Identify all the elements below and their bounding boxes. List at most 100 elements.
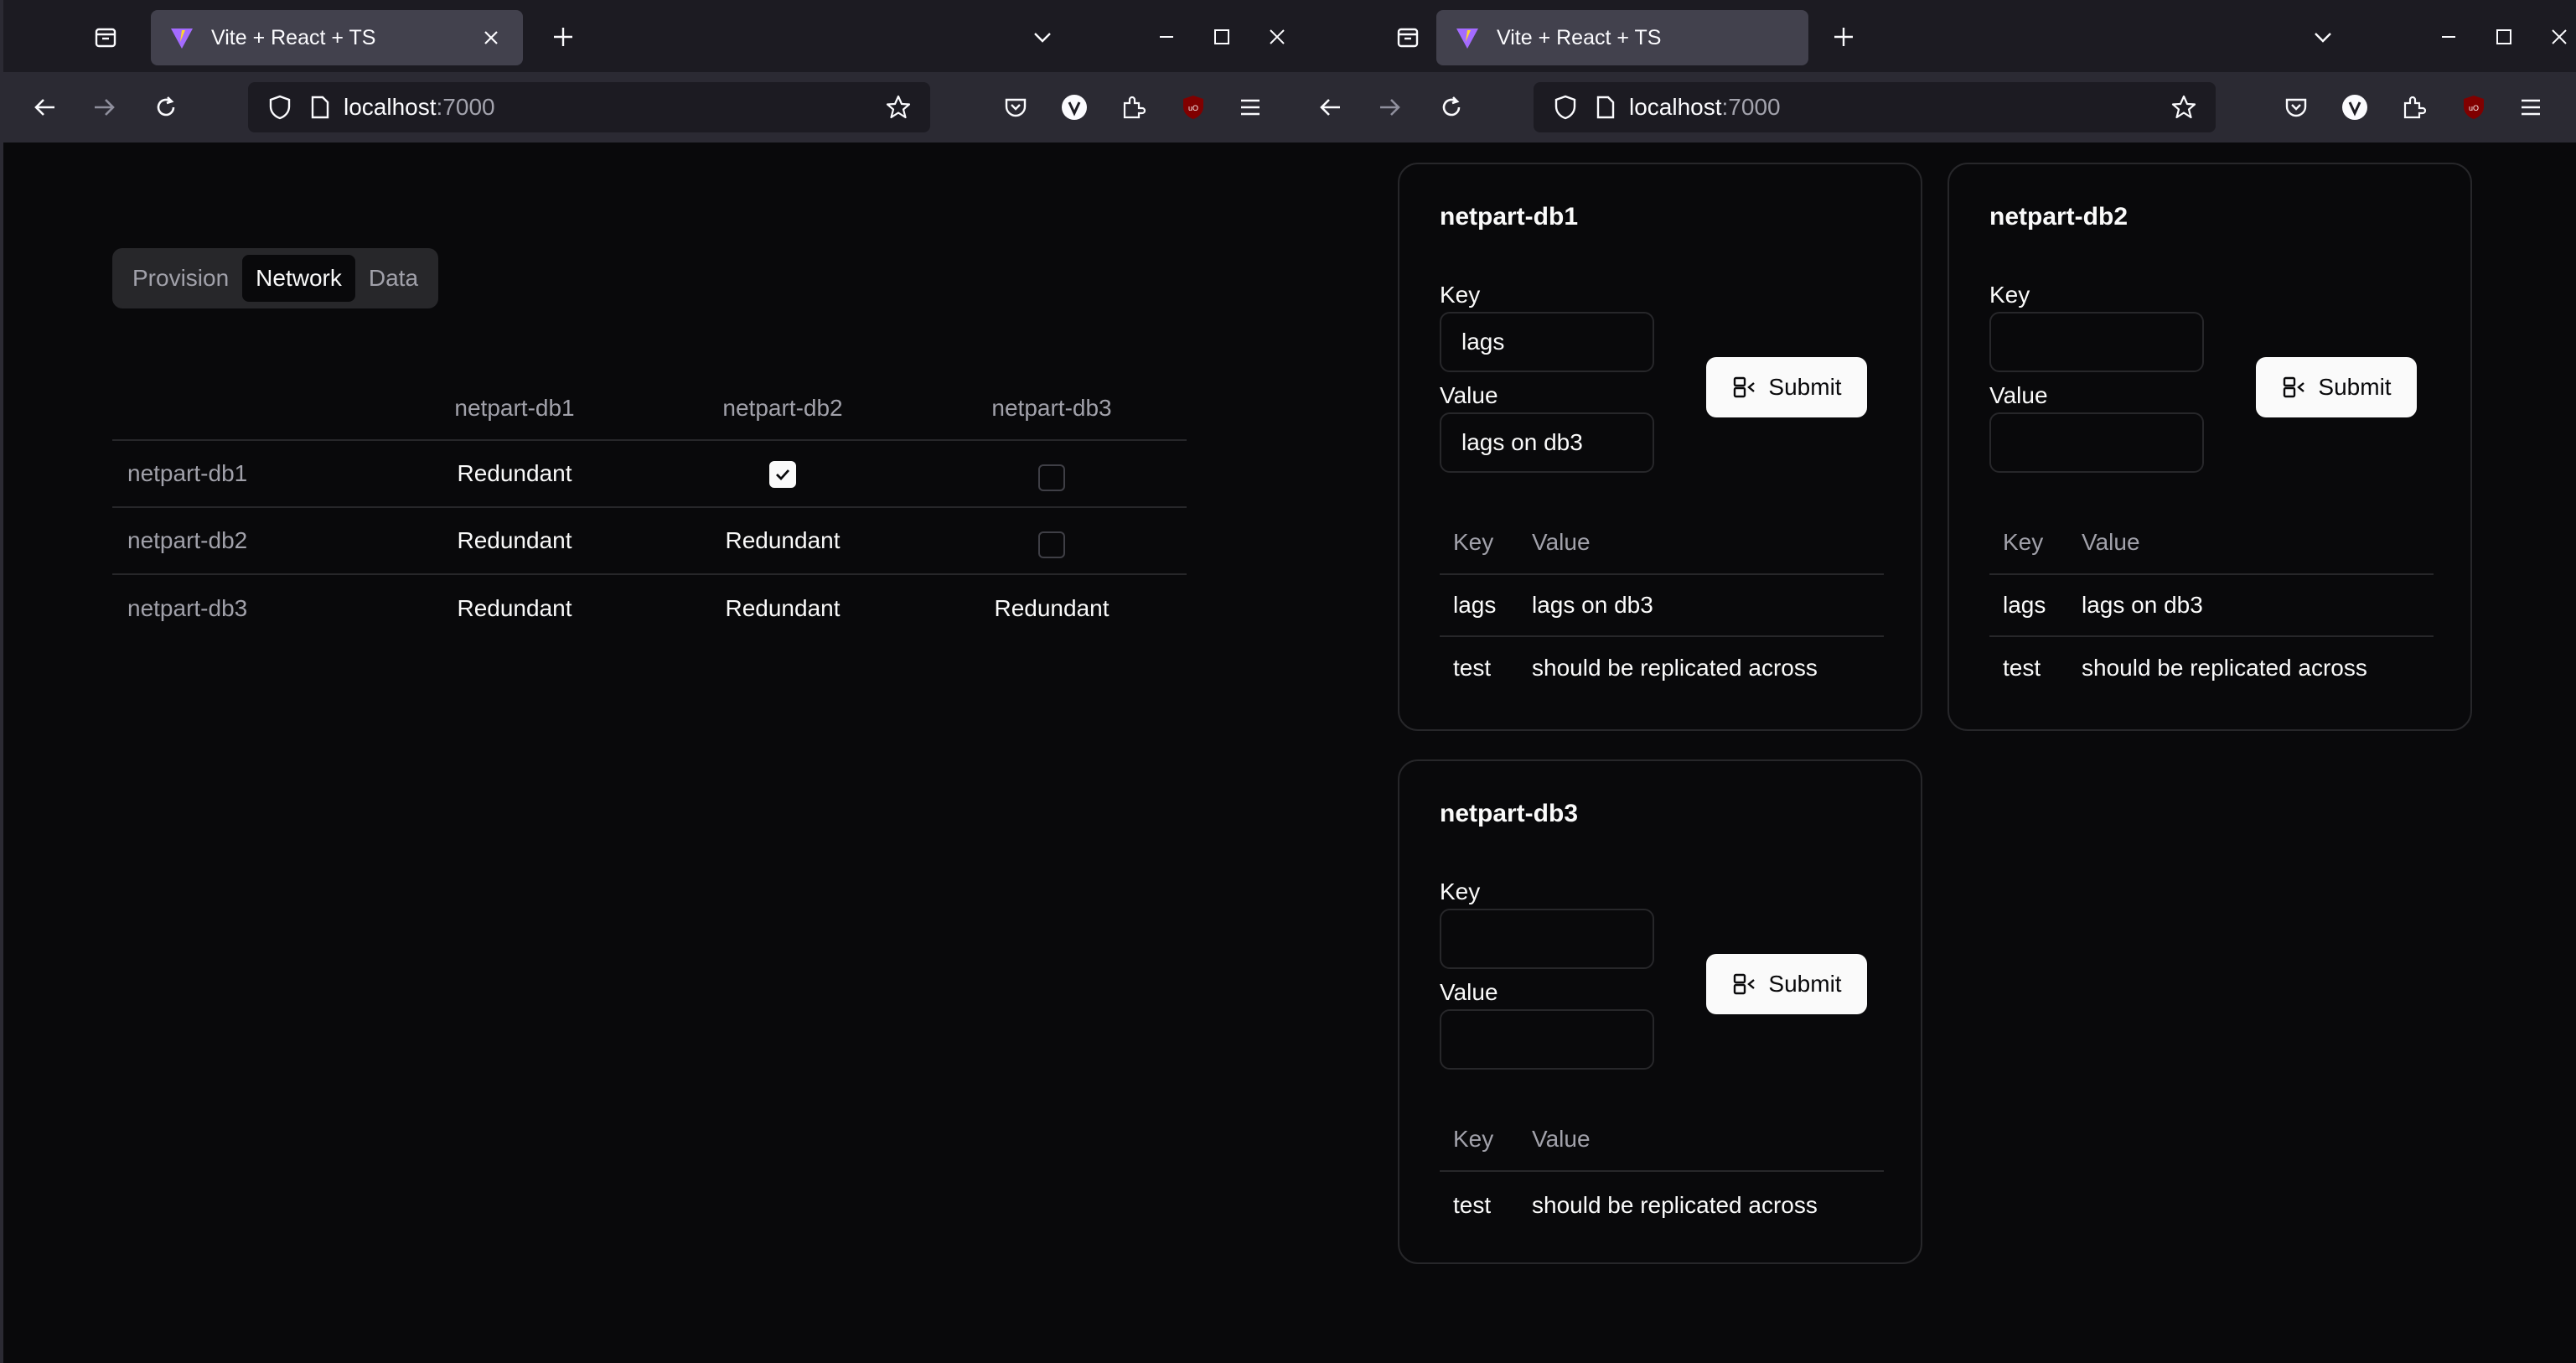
status-cell: Redundant: [457, 527, 572, 553]
extensions-button[interactable]: [1115, 89, 1151, 126]
browser-tab[interactable]: Vite + React + TS: [151, 10, 523, 65]
table-row: lags lags on db3: [1989, 575, 2434, 637]
arrow-right-icon: [1380, 99, 1400, 116]
partition-checkbox[interactable]: [1038, 464, 1065, 491]
menu-button[interactable]: [2512, 89, 2549, 126]
shield-icon[interactable]: [263, 91, 297, 124]
table-header-row: netpart-db1 netpart-db2 netpart-db3: [112, 377, 1187, 441]
url-bar[interactable]: localhost:7000: [248, 82, 930, 132]
page-content: netpart-db1 Key Value Submit Key Value l…: [1289, 143, 2576, 1363]
list-all-tabs-button[interactable]: [2304, 18, 2341, 55]
puzzle-icon: [1123, 96, 1146, 119]
key-input[interactable]: [1989, 312, 2204, 372]
check-icon: [776, 469, 790, 480]
chevron-down-icon: [2315, 33, 2331, 43]
url-text[interactable]: localhost:7000: [1629, 94, 2167, 121]
navigation-bar: localhost:7000 uO: [1289, 72, 2576, 143]
tab-provision[interactable]: Provision: [119, 255, 242, 302]
status-cell: Redundant: [457, 595, 572, 621]
table-header-row: Key Value: [1989, 511, 2434, 575]
new-tab-button[interactable]: [1825, 18, 1862, 55]
maximize-icon: [1214, 29, 1229, 44]
tab-strip: Vite + React + TS: [3, 0, 1289, 72]
status-cell: Redundant: [994, 595, 1110, 621]
value-input[interactable]: [1440, 412, 1654, 473]
partition-checkbox[interactable]: [1038, 531, 1065, 558]
key-label: Key: [1440, 878, 1481, 904]
ublock-button[interactable]: uO: [2455, 89, 2492, 126]
submit-button[interactable]: Submit: [1706, 357, 1867, 417]
ublock-icon: uO: [2464, 96, 2484, 119]
bookmark-star-icon[interactable]: [882, 91, 915, 124]
partition-checkbox-checked[interactable]: [769, 460, 796, 488]
forward-button[interactable]: [85, 89, 122, 126]
extensions-button[interactable]: [2395, 89, 2432, 126]
url-text[interactable]: localhost:7000: [344, 94, 882, 121]
tab-data[interactable]: Data: [355, 255, 432, 302]
pocket-button[interactable]: [997, 89, 1034, 126]
hamburger-menu-icon: [1241, 99, 1260, 116]
shield-icon[interactable]: [1549, 91, 1582, 124]
pocket-icon: [1005, 98, 1027, 117]
network-matrix-table: netpart-db1 netpart-db2 netpart-db3 netp…: [112, 377, 1187, 642]
chevron-down-icon: [1034, 33, 1051, 43]
table-row: netpart-db2 Redundant Redundant: [112, 508, 1187, 575]
tab-network[interactable]: Network: [242, 255, 355, 302]
kv-table: Key Value lags lags on db3 test should b…: [1989, 511, 2434, 699]
kv-table: Key Value lags lags on db3 test should b…: [1440, 511, 1884, 699]
row-header: netpart-db3: [127, 595, 248, 621]
extension-v-button[interactable]: [1056, 89, 1093, 126]
close-icon: [1270, 29, 1285, 44]
submit-button[interactable]: Submit: [2256, 357, 2417, 417]
submit-button[interactable]: Submit: [1706, 954, 1867, 1014]
key-label: Key: [1989, 282, 2030, 308]
ublock-button[interactable]: uO: [1175, 89, 1212, 126]
value-input[interactable]: [1440, 1009, 1654, 1070]
value-input[interactable]: [1989, 412, 2204, 473]
reload-icon: [157, 96, 175, 117]
db-card-netpart-db1: netpart-db1 Key Value Submit Key Value l…: [1398, 163, 1922, 731]
extension-v-button[interactable]: [2336, 89, 2373, 126]
reload-button[interactable]: [1433, 89, 1470, 126]
back-button[interactable]: [27, 89, 64, 126]
list-all-tabs-button[interactable]: [1024, 18, 1061, 55]
column-header: netpart-db2: [722, 395, 843, 421]
window-close-button[interactable]: [1259, 18, 1289, 55]
segment-tabs: Provision Network Data: [112, 248, 439, 308]
window-close-button[interactable]: [2541, 18, 2576, 55]
arrow-left-icon: [1320, 99, 1340, 116]
status-cell: Redundant: [725, 527, 841, 553]
back-button[interactable]: [1312, 89, 1349, 126]
forward-button[interactable]: [1371, 89, 1408, 126]
svg-text:uO: uO: [1188, 104, 1198, 112]
maximize-button[interactable]: [2485, 18, 2522, 55]
v-extension-icon: [1062, 95, 1087, 120]
browser-tab[interactable]: Vite + React + TS: [1436, 10, 1808, 65]
minimize-button[interactable]: [1148, 18, 1185, 55]
plus-icon: [554, 28, 572, 46]
status-cell: Redundant: [725, 595, 841, 621]
send-to-back-icon: [1734, 376, 1756, 398]
tab-close-button[interactable]: [478, 24, 504, 51]
table-row: netpart-db3 Redundant Redundant Redundan…: [112, 575, 1187, 642]
reload-button[interactable]: [147, 89, 184, 126]
bookmark-star-icon[interactable]: [2167, 91, 2201, 124]
maximize-button[interactable]: [1203, 18, 1240, 55]
minimize-button[interactable]: [2430, 18, 2467, 55]
firefox-view-button[interactable]: [87, 18, 124, 55]
page-content: Provision Network Data netpart-db1 netpa…: [3, 143, 1289, 1363]
tab-strip: Vite + React + TS: [1289, 0, 2576, 72]
value-label: Value: [1989, 382, 2048, 408]
card-title: netpart-db2: [1989, 203, 2128, 231]
pocket-button[interactable]: [2278, 89, 2315, 126]
hamburger-menu-icon: [2522, 99, 2540, 116]
firefox-view-button[interactable]: [1389, 18, 1426, 55]
url-bar[interactable]: localhost:7000: [1534, 82, 2216, 132]
new-tab-button[interactable]: [545, 18, 582, 55]
menu-button[interactable]: [1232, 89, 1269, 126]
key-input[interactable]: [1440, 312, 1654, 372]
db-card-netpart-db2: netpart-db2 Key Value Submit Key Value l…: [1948, 163, 2472, 731]
table-row: netpart-db1 Redundant: [112, 441, 1187, 508]
key-input[interactable]: [1440, 909, 1654, 969]
value-label: Value: [1440, 382, 1498, 408]
